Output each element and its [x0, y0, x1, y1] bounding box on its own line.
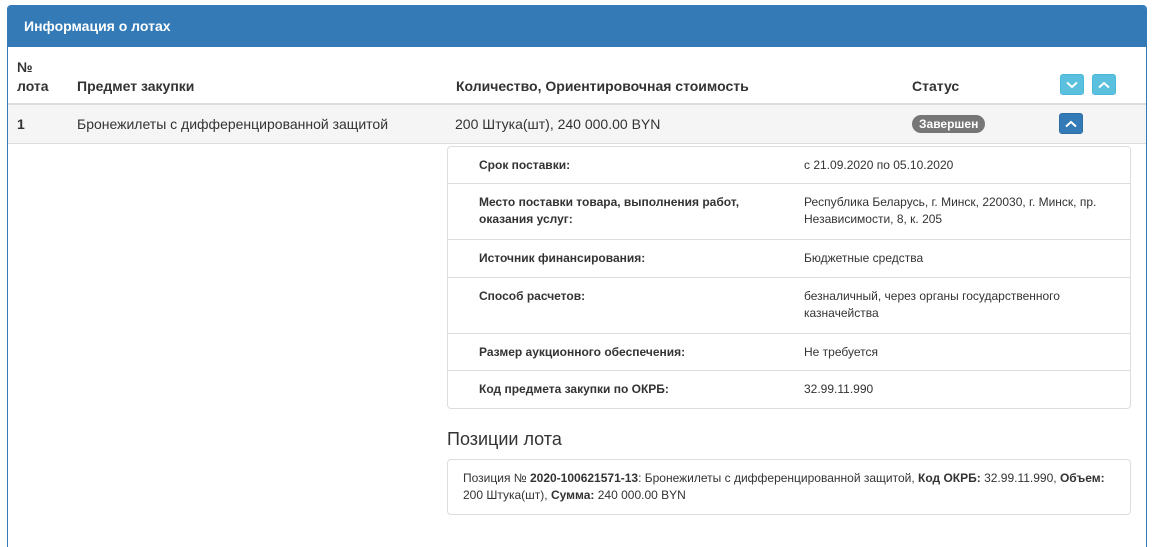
- lot-number: 1: [17, 116, 25, 132]
- detail-row-funding: Источник финансирования: Бюджетные средс…: [448, 240, 1130, 278]
- row-collapse-button[interactable]: [1059, 113, 1083, 134]
- position-item: Позиция № 2020-100621571-13: Бронежилеты…: [447, 459, 1131, 515]
- table-row: 1 Бронежилеты с дифференцированной защит…: [8, 105, 1146, 144]
- status-badge: Завершен: [912, 115, 986, 133]
- detail-row-payment: Способ расчетов: безналичный, через орга…: [448, 278, 1130, 334]
- header-status: Статус: [912, 78, 960, 94]
- detail-row-okrb: Код предмета закупки по ОКРБ: 32.99.11.9…: [479, 382, 874, 396]
- lot-subject: Бронежилеты с дифференцированной защитой: [77, 116, 389, 132]
- chevron-down-icon: [1066, 81, 1078, 88]
- positions-title: Позиции лота: [447, 429, 562, 449]
- chevron-up-icon: [1065, 120, 1077, 127]
- header-quantity: Количество, Ориентировочная стоимость: [456, 78, 749, 94]
- expand-all-button[interactable]: [1060, 74, 1084, 95]
- panel-title: Информация о лотах: [8, 6, 1146, 47]
- lot-details: Срок поставки: с 21.09.2020 по 05.10.202…: [447, 146, 1131, 409]
- detail-row-delivery-period: Срок поставки: с 21.09.2020 по 05.10.202…: [448, 147, 1130, 184]
- lot-quantity: 200 Штука(шт), 240 000.00 BYN: [455, 116, 661, 132]
- header-lot-number: № лота: [17, 59, 49, 94]
- table-header: № лота Предмет закупки Количество, Ориен…: [8, 47, 1146, 105]
- position-number: 2020-100621571-13: [529, 471, 639, 485]
- header-subject: Предмет закупки: [77, 78, 195, 94]
- collapse-all-button[interactable]: [1092, 74, 1116, 95]
- detail-row-delivery-place: Место поставки товара, выполнения работ,…: [448, 184, 1130, 240]
- chevron-up-icon: [1098, 81, 1110, 88]
- detail-row-security: Размер аукционного обеспечения: Не требу…: [448, 334, 1130, 371]
